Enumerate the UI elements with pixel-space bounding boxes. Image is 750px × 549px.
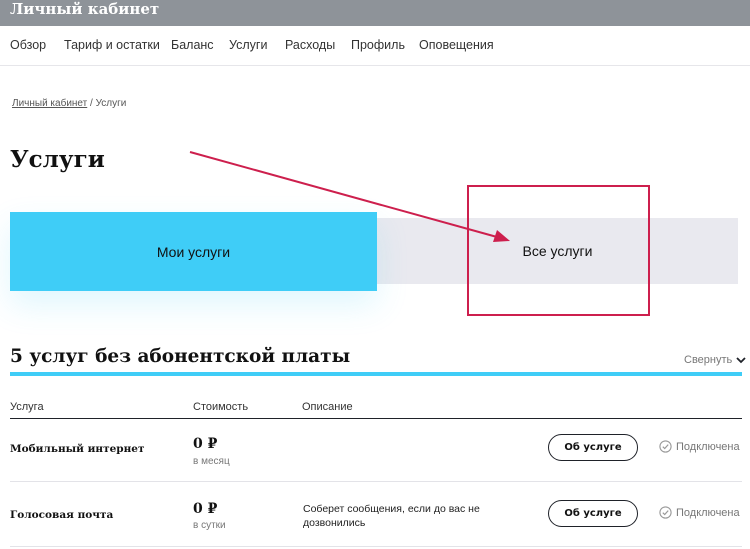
main-nav: Обзор Тариф и остатки Баланс Услуги Расх… bbox=[0, 26, 750, 66]
tab-my-services[interactable]: Мои услуги bbox=[10, 212, 377, 291]
nav-item-notifications[interactable]: Оповещения bbox=[419, 38, 494, 52]
page-title: Услуги bbox=[10, 146, 105, 173]
service-price: 0 ₽ bbox=[193, 436, 218, 452]
column-header-service: Услуга bbox=[10, 401, 44, 413]
about-service-button-label: Об услуге bbox=[564, 508, 622, 519]
table-header-divider bbox=[10, 418, 742, 419]
tab-my-services-label: Мои услуги bbox=[156, 243, 231, 260]
nav-item-services[interactable]: Услуги bbox=[229, 38, 267, 52]
about-service-button-label: Об услуге bbox=[564, 442, 622, 453]
breadcrumb-current: Услуги bbox=[95, 98, 127, 109]
section-title: 5 услуг без абонентской платы bbox=[10, 346, 351, 367]
status-label: Подключена bbox=[676, 440, 740, 453]
check-circle-icon bbox=[659, 440, 672, 453]
app-title: Личный кабинет bbox=[10, 0, 160, 18]
status-badge: Подключена bbox=[659, 440, 740, 453]
breadcrumb-home-link[interactable]: Личный кабинет bbox=[12, 98, 87, 109]
column-header-cost: Стоимость bbox=[193, 401, 249, 413]
service-name: Мобильный интернет bbox=[10, 443, 145, 455]
service-period: в месяц bbox=[193, 456, 230, 467]
service-period: в сутки bbox=[193, 520, 226, 531]
status-badge: Подключена bbox=[659, 506, 740, 519]
status-label: Подключена bbox=[676, 506, 740, 519]
nav-item-tariff[interactable]: Тариф и остатки bbox=[64, 38, 160, 52]
nav-item-expenses[interactable]: Расходы bbox=[285, 38, 335, 52]
about-service-button[interactable]: Об услуге bbox=[548, 500, 638, 527]
nav-item-overview[interactable]: Обзор bbox=[10, 38, 46, 52]
service-name: Голосовая почта bbox=[10, 509, 114, 521]
section-underline bbox=[10, 372, 742, 376]
collapse-label: Свернуть bbox=[684, 354, 733, 366]
service-description: Соберет сообщения, если до вас не дозвон… bbox=[303, 503, 480, 529]
tab-all-services-label: Все услуги bbox=[522, 243, 593, 259]
tab-all-services[interactable]: Все услуги bbox=[377, 218, 738, 284]
top-bar: Личный кабинет bbox=[0, 0, 750, 26]
row-divider bbox=[10, 481, 742, 482]
service-price: 0 ₽ bbox=[193, 501, 218, 517]
column-header-description: Описание bbox=[302, 401, 353, 413]
check-circle-icon bbox=[659, 506, 672, 519]
collapse-toggle[interactable]: Свернуть bbox=[684, 354, 746, 366]
breadcrumb-separator: / bbox=[87, 98, 96, 109]
chevron-up-icon bbox=[736, 356, 746, 363]
nav-item-profile[interactable]: Профиль bbox=[351, 38, 405, 52]
nav-item-balance[interactable]: Баланс bbox=[171, 38, 214, 52]
breadcrumb: Личный кабинет / Услуги bbox=[12, 98, 126, 109]
row-divider bbox=[10, 546, 742, 547]
about-service-button[interactable]: Об услуге bbox=[548, 434, 638, 461]
